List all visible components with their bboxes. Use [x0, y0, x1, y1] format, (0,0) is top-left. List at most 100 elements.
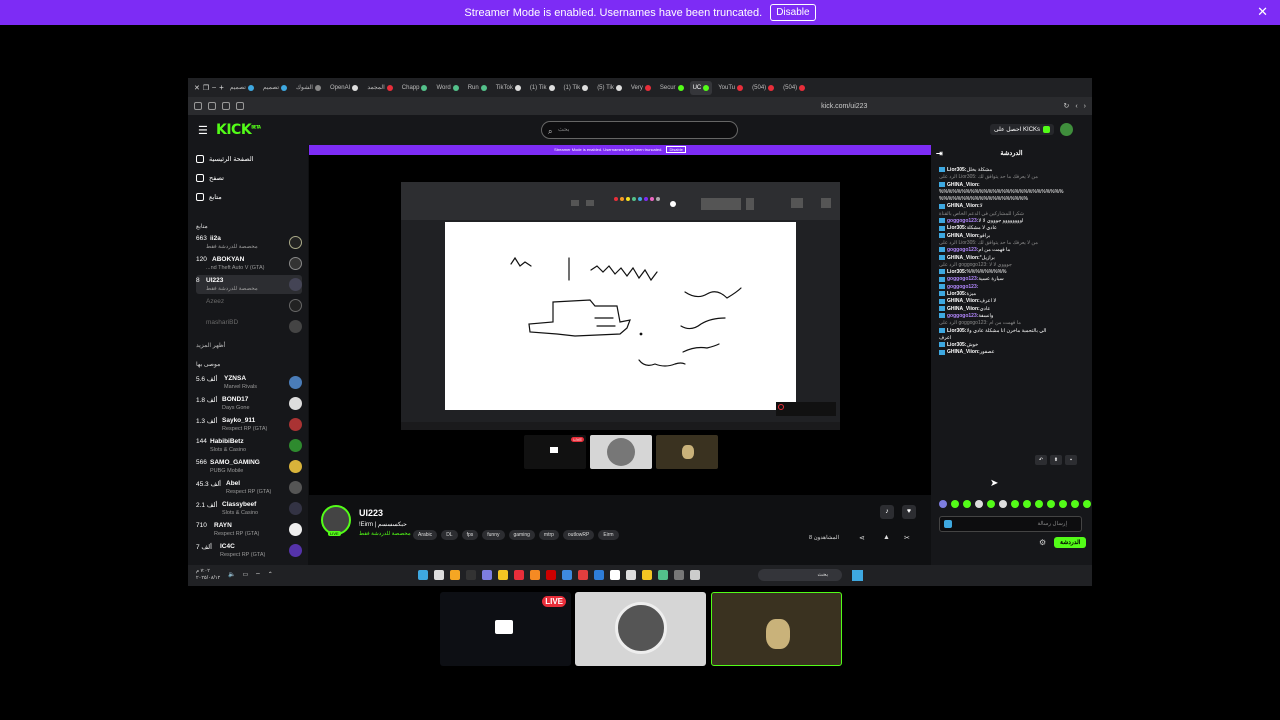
- chat-send-button[interactable]: الدردشة: [1054, 537, 1087, 548]
- app-icon[interactable]: [562, 570, 572, 580]
- tag[interactable]: fps: [461, 530, 479, 540]
- emote[interactable]: [951, 500, 959, 508]
- taskbar-clock[interactable]: ٧:٠٢ م ٢٠٢٥/٠٨/١٢: [196, 568, 220, 582]
- thumb-cam3[interactable]: [656, 435, 718, 469]
- chat-username[interactable]: GHINA_Viion:: [947, 298, 980, 304]
- recommended-channel[interactable]: 7 ألف IC4C Respect RP (GTA): [196, 541, 302, 560]
- chat-message[interactable]: اعرف: [939, 335, 1089, 342]
- chat-message[interactable]: Lior305:الي بالتحمبة ماخرن انا مشكلة عاد…: [939, 328, 1089, 335]
- back-icon[interactable]: ‹: [1075, 103, 1077, 110]
- chat-message[interactable]: goggogo123:ما فهمت من ام: [939, 247, 1089, 254]
- chat-message[interactable]: goggogo123:: [939, 284, 1089, 291]
- chat-message[interactable]: %%%%%%%%%%%%%%%%%%%%%%%%%%%%: [939, 189, 1089, 196]
- app-icon[interactable]: [690, 570, 700, 580]
- tag[interactable]: outlowRP: [562, 530, 595, 540]
- sidebar-icon[interactable]: [194, 102, 202, 110]
- gear-icon[interactable]: ⚙: [1039, 538, 1046, 547]
- chat-message[interactable]: goggogo123:اوووووووو جوووي لا لا: [939, 218, 1089, 225]
- chat-username[interactable]: Lior305:: [947, 167, 966, 173]
- thumb-screen[interactable]: LIVE: [524, 435, 586, 469]
- emote[interactable]: [1035, 500, 1043, 508]
- follow-heart-icon[interactable]: ♥: [902, 505, 916, 519]
- room-camera-preview[interactable]: [711, 592, 842, 666]
- chat-username[interactable]: Lior305:: [947, 342, 966, 348]
- delete-icon[interactable]: ▪: [1065, 455, 1077, 465]
- wifi-icon[interactable]: ⌔: [255, 571, 261, 579]
- forward-icon[interactable]: ›: [1084, 103, 1086, 110]
- nav-browse[interactable]: تصفح: [196, 174, 224, 182]
- chat-message[interactable]: %%%%%%%%%%%%%%%%%%%%: [939, 196, 1089, 203]
- browser-tab[interactable]: Secur: [657, 81, 687, 95]
- browser-tab[interactable]: تصميم: [227, 81, 257, 95]
- app-icon[interactable]: [658, 570, 668, 580]
- window-restore-icon[interactable]: ❐: [203, 84, 209, 92]
- chat-username[interactable]: GHINA_Viion:: [947, 203, 980, 209]
- url-field[interactable]: kick.com/ui223: [821, 103, 867, 110]
- chat-username[interactable]: GHINA_Viion:: [947, 349, 980, 355]
- tag[interactable]: DL: [441, 530, 458, 540]
- chat-message[interactable]: Lior305:خوش: [939, 342, 1089, 349]
- bell-icon[interactable]: ♪: [880, 505, 894, 519]
- emote[interactable]: [1023, 500, 1031, 508]
- menu-icon[interactable]: ☰: [198, 124, 208, 137]
- clip-icon[interactable]: ✂: [904, 534, 910, 542]
- chat-message[interactable]: الرد على goggogo123: جوووي لا لا: [939, 262, 1089, 269]
- emote[interactable]: [939, 500, 947, 508]
- app-icon[interactable]: [578, 570, 588, 580]
- emote[interactable]: [1059, 500, 1067, 508]
- app-icon[interactable]: [674, 570, 684, 580]
- user-avatar[interactable]: [1060, 123, 1073, 136]
- app-icon[interactable]: [482, 570, 492, 580]
- browser-tab-active[interactable]: UC: [689, 80, 713, 95]
- recommended-channel[interactable]: 710 RAYN Respect RP (GTA): [196, 520, 302, 539]
- browser-tab[interactable]: YouTu: [715, 81, 746, 95]
- browser-tab[interactable]: المجمد: [364, 81, 395, 95]
- emote[interactable]: [975, 500, 983, 508]
- pin-icon[interactable]: ⬍: [1050, 455, 1062, 465]
- app-icon[interactable]: [466, 570, 476, 580]
- webcam-preview[interactable]: [575, 592, 706, 666]
- browser-tab[interactable]: (504): [780, 81, 808, 95]
- streamer-name[interactable]: UI223: [359, 508, 383, 518]
- chat-username[interactable]: Lior305:: [947, 269, 966, 275]
- chat-username[interactable]: Lior305:: [947, 328, 966, 334]
- taskbar-search[interactable]: بحث: [758, 569, 842, 581]
- chat-message[interactable]: goggogo123:سيارة عسية: [939, 276, 1089, 283]
- chat-username[interactable]: Lior305:: [947, 291, 966, 297]
- app-icon[interactable]: [530, 570, 540, 580]
- chat-username[interactable]: goggogo123:: [947, 218, 978, 224]
- app-icon[interactable]: [434, 570, 444, 580]
- chat-message[interactable]: GHINA_Viion:برافو: [939, 233, 1089, 240]
- browser-tab[interactable]: (504): [749, 81, 777, 95]
- chat-message[interactable]: الرد على goggogo123: ما فهمت من ام: [939, 320, 1089, 327]
- recommended-channel[interactable]: 1.8 ألف BOND17 Days Gone: [196, 394, 302, 413]
- following-channel-offline[interactable]: Azeez: [196, 296, 302, 315]
- browser-tab[interactable]: Chapp: [399, 81, 431, 95]
- chat-message[interactable]: الرد على Lior305: من لا يعرفك ما حد يتوا…: [939, 240, 1089, 247]
- chat-username[interactable]: goggogo123:: [947, 247, 978, 253]
- chat-message[interactable]: goggogo123:وانسفة: [939, 313, 1089, 320]
- get-kicks-button[interactable]: احصل على KICKs: [990, 124, 1055, 135]
- new-tab-icon[interactable]: +: [219, 83, 224, 92]
- show-more-link[interactable]: أظهر المزيد: [196, 342, 225, 349]
- app-icon[interactable]: [594, 570, 604, 580]
- chat-message[interactable]: GHINA_Viion:*برازيل: [939, 255, 1089, 262]
- browser-tab[interactable]: (1) Tik: [527, 81, 558, 95]
- battery-icon[interactable]: ▭: [242, 571, 248, 579]
- tag[interactable]: funny: [482, 530, 505, 540]
- app-icon[interactable]: [498, 570, 508, 580]
- window-close-icon[interactable]: ✕: [194, 84, 200, 92]
- browser-tab[interactable]: OpenAI: [327, 81, 361, 95]
- bookmark-icon[interactable]: [236, 102, 244, 110]
- browser-tab[interactable]: الشوك: [293, 81, 324, 95]
- browser-tab[interactable]: Run: [465, 81, 490, 95]
- browser-tab[interactable]: (1) Tik: [561, 81, 592, 95]
- chat-message[interactable]: Lior305:%%%%%%%%%: [939, 269, 1089, 276]
- recommended-channel[interactable]: 2.1 ألف Classybeef Slots & Casino: [196, 499, 302, 518]
- collapse-chat-icon[interactable]: ⇥: [936, 145, 943, 163]
- chat-username[interactable]: GHINA_Viion:: [947, 306, 980, 312]
- following-channel-offline[interactable]: mashariBD: [196, 317, 302, 336]
- emote[interactable]: [1047, 500, 1055, 508]
- emote[interactable]: [1011, 500, 1019, 508]
- following-channel-selected[interactable]: 8 UI223 مخصصة للدردشة فقط: [196, 275, 302, 294]
